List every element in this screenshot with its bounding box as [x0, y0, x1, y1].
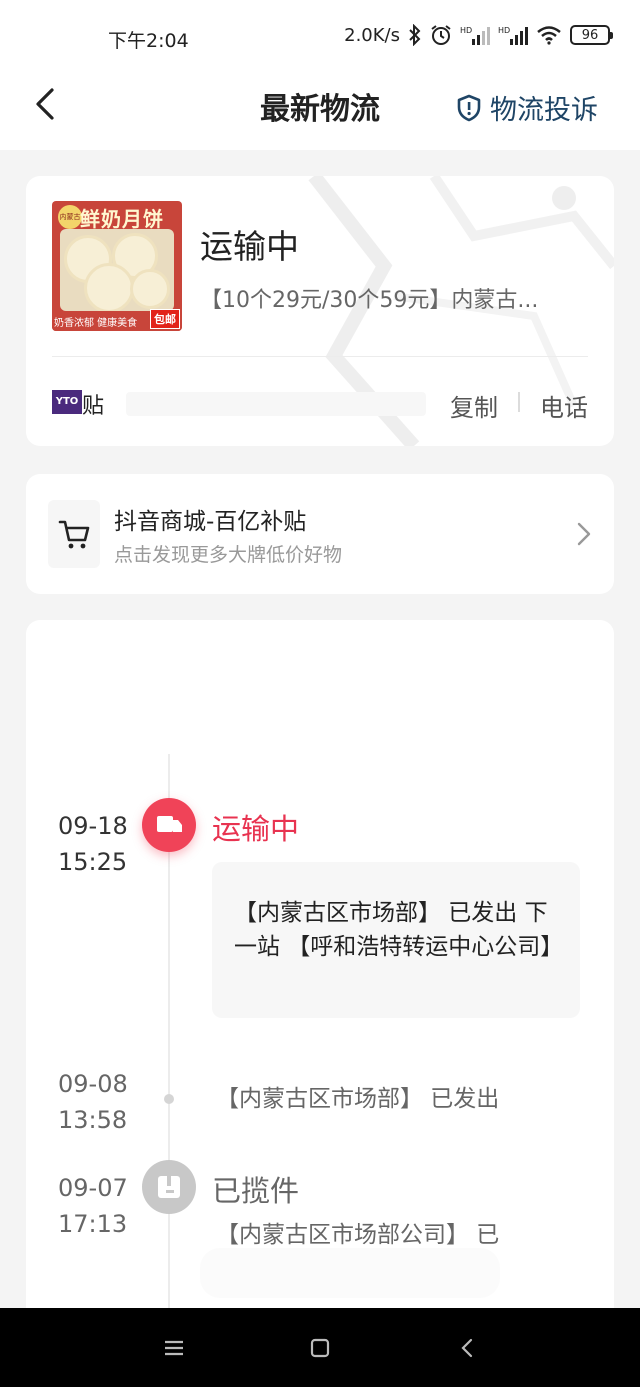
brand-logo: 内蒙古: [58, 205, 82, 229]
timeline-detail-box: 【内蒙古区市场部】 已发出 下一站 【呼和浩特转运中心公司】: [212, 862, 580, 1018]
net-speed: 2.0K/s: [344, 24, 400, 46]
status-time: 下午2:04: [108, 30, 189, 52]
divider: [52, 356, 588, 357]
svg-text:HD: HD: [498, 26, 510, 35]
package-icon: [158, 1176, 180, 1198]
complaint-button[interactable]: 物流投诉: [456, 88, 598, 127]
mooncake: [130, 269, 170, 309]
promo-title: 抖音商城-百亿补贴: [114, 509, 307, 535]
copy-button[interactable]: 复制: [450, 388, 498, 423]
shield-icon: [457, 94, 481, 121]
timeline-node-active: [142, 798, 196, 852]
timeline-day: 09-08: [58, 1070, 128, 1098]
signal-icon: HD: [460, 26, 490, 45]
timeline-time: 13:58: [58, 1106, 128, 1134]
timeline-time: 17:13: [58, 1210, 128, 1238]
separator: [518, 392, 520, 412]
yto-logo: YTO: [52, 390, 82, 414]
courier-suffix: 贴: [82, 394, 105, 419]
promo-icon-box: [48, 500, 100, 568]
timeline-status: 运输中: [212, 812, 300, 846]
wifi-icon: [537, 26, 561, 45]
product-name[interactable]: 【10个29元/30个59元】内蒙古...: [200, 282, 570, 314]
bluetooth-icon: [409, 24, 421, 46]
alarm-icon: [431, 25, 451, 45]
timeline-day: 09-07: [58, 1174, 128, 1202]
system-nav-bar: [0, 1308, 640, 1387]
menu-icon[interactable]: [162, 1336, 186, 1360]
truck-icon: [157, 816, 182, 832]
timeline-date: 09-07 17:13: [58, 1170, 128, 1242]
product-thumbnail[interactable]: 内蒙古 鲜奶月饼 奶香浓郁 健康美食 包邮: [52, 201, 182, 331]
timeline-node-pickup: [142, 1160, 196, 1214]
battery-level: 96: [581, 27, 599, 43]
shipment-card: 内蒙古 鲜奶月饼 奶香浓郁 健康美食 包邮 运输中 【10个29元/30个59元…: [26, 176, 614, 446]
signal-icon: HD: [498, 26, 528, 45]
timeline-date: 09-08 13:58: [58, 1066, 128, 1138]
home-icon[interactable]: [308, 1336, 332, 1360]
timeline-time: 15:25: [58, 848, 128, 876]
timeline-date: 09-18 15:25: [58, 808, 128, 880]
phone-button[interactable]: 电话: [540, 388, 588, 423]
page-header: 最新物流 物流投诉: [0, 70, 640, 150]
status-icons: 2.0K/s HD HD 96: [344, 24, 613, 46]
back-nav-icon[interactable]: [456, 1336, 480, 1360]
mooncake: [84, 263, 134, 313]
cart-icon: [58, 520, 90, 549]
timeline-status: 已揽件: [212, 1174, 300, 1208]
chevron-right-icon: [577, 522, 591, 546]
timeline-detail: 【内蒙古区市场部公司】 已: [216, 1222, 500, 1248]
timeline-day: 09-18: [58, 812, 128, 840]
courier-logo: YTO 贴: [52, 388, 104, 419]
thumb-footer-text: 奶香浓郁 健康美食: [54, 318, 138, 329]
free-shipping-badge: 包邮: [150, 309, 180, 329]
mooncake-plate: [60, 229, 174, 313]
timeline-node: [164, 1094, 174, 1104]
complaint-label: 物流投诉: [490, 95, 598, 126]
timeline-detail: 【内蒙古区市场部】 已发出: [216, 1086, 500, 1112]
svg-text:HD: HD: [460, 26, 472, 35]
shipment-status: 运输中: [200, 227, 299, 266]
tracking-number-redacted: [126, 392, 426, 416]
promo-subtitle: 点击发现更多大牌低价好物: [114, 544, 343, 566]
redacted-area: [200, 1248, 500, 1298]
status-bar: 下午2:04 2.0K/s HD HD 96: [0, 0, 640, 70]
battery-icon: 96: [570, 25, 613, 45]
thumb-title: 鲜奶月饼: [80, 207, 164, 231]
promo-card[interactable]: 抖音商城-百亿补贴 点击发现更多大牌低价好物: [26, 474, 614, 594]
